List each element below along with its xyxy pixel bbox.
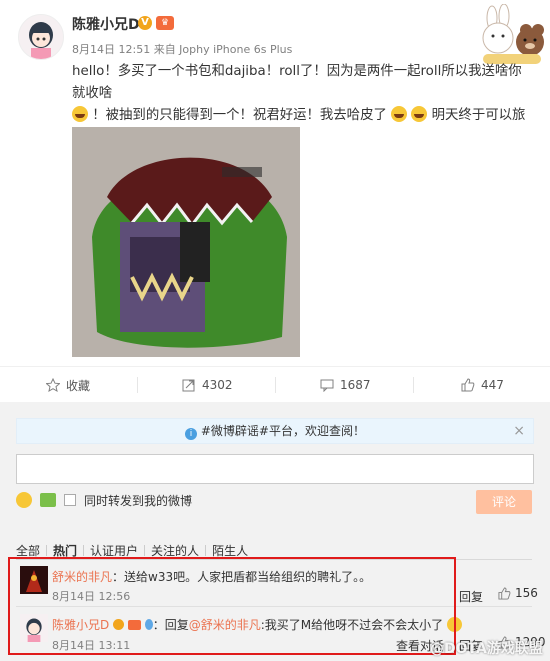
star-icon [46, 378, 60, 392]
comment-button[interactable]: 1687 [320, 367, 371, 403]
post-action-bar: 收藏 4302 1687 447 [0, 366, 550, 403]
forward-icon [182, 379, 195, 392]
favorite-button[interactable]: 收藏 [46, 367, 90, 403]
thumbs-up-icon [461, 378, 475, 392]
comment-like-count: 156 [515, 586, 538, 600]
like-count: 447 [481, 378, 504, 392]
laugh-emoji-icon [411, 106, 428, 122]
comment-icon [320, 379, 334, 392]
favorite-label: 收藏 [66, 378, 91, 393]
also-forward-label: 同时转发到我的微博 [84, 493, 193, 508]
image-upload-icon[interactable] [40, 493, 56, 507]
highlight-box [8, 557, 456, 655]
forward-button[interactable]: 4302 [182, 367, 233, 403]
comment-input[interactable] [16, 454, 534, 484]
rumor-notice[interactable]: i #微博辟谣#平台，欢迎查阅！ × [16, 418, 534, 444]
reply-link[interactable]: 回复 [459, 588, 483, 605]
bunny-bear-sticker-icon [478, 3, 544, 68]
post-text-line2: ！被抽到的只能得到一个！祝君好运！我去哈皮了 [92, 108, 387, 123]
close-icon[interactable]: × [513, 419, 525, 443]
composer-tools: 同时转发到我的微博 [16, 490, 192, 510]
submit-comment-button[interactable]: 评论 [476, 490, 532, 514]
divider [275, 377, 276, 393]
divider [137, 377, 138, 393]
forward-count: 4302 [202, 378, 233, 392]
like-button[interactable]: 447 [461, 367, 504, 403]
post-photo[interactable] [72, 127, 300, 357]
post-text-line1: hello！多买了一个书包和dajiba！roll了！因为是两件一起roll所以… [72, 64, 522, 101]
laugh-emoji-icon [391, 106, 408, 122]
author-avatar[interactable] [18, 14, 64, 60]
comment-count: 1687 [340, 378, 371, 392]
post-meta: 8月14日 12:51 来自 Jophy iPhone 6s Plus [72, 43, 293, 56]
emoji-picker-icon[interactable] [16, 492, 32, 508]
vip-crown-icon: ♛ [156, 16, 174, 30]
smile-emoji-icon [72, 106, 88, 122]
thumbs-up-icon [498, 586, 511, 600]
info-icon: i [185, 428, 198, 440]
rumor-notice-text: #微博辟谣#平台，欢迎查阅！ [200, 424, 365, 438]
watermark: @DOTA游戏联盟 [430, 641, 543, 657]
author-name[interactable]: 陈雅小兄D [72, 14, 140, 34]
divider [413, 377, 414, 393]
comment-like-button[interactable]: 156 [498, 586, 538, 600]
also-forward-checkbox[interactable] [64, 494, 76, 506]
verified-badge-icon: V [138, 16, 152, 30]
